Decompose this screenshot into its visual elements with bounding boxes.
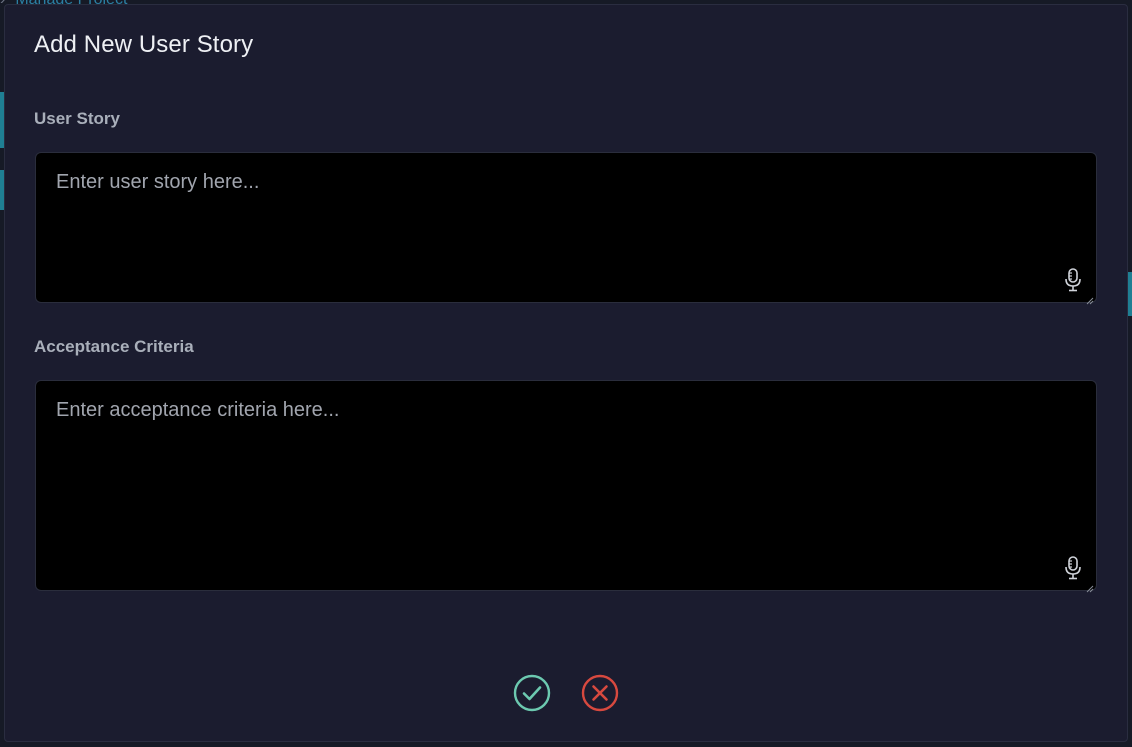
user-story-textarea[interactable] — [36, 153, 1096, 302]
user-story-label: User Story — [34, 109, 120, 128]
microphone-icon[interactable] — [1064, 268, 1082, 292]
x-circle-icon — [581, 674, 619, 712]
microphone-icon[interactable] — [1064, 556, 1082, 580]
dialog-title: Add New User Story — [34, 31, 254, 58]
acceptance-criteria-field-container — [35, 380, 1097, 593]
user-story-field-container — [35, 152, 1097, 305]
dialog-actions — [5, 673, 1127, 713]
resize-handle[interactable] — [1086, 292, 1094, 305]
resize-handle[interactable] — [1086, 580, 1094, 593]
background-strip — [1128, 272, 1132, 316]
cancel-button[interactable] — [580, 673, 620, 713]
add-user-story-dialog: Add New User Story User Story Acceptance… — [4, 4, 1128, 742]
acceptance-criteria-label: Acceptance Criteria — [34, 337, 194, 356]
acceptance-criteria-textarea[interactable] — [36, 381, 1096, 590]
confirm-button[interactable] — [512, 673, 552, 713]
check-circle-icon — [513, 674, 551, 712]
